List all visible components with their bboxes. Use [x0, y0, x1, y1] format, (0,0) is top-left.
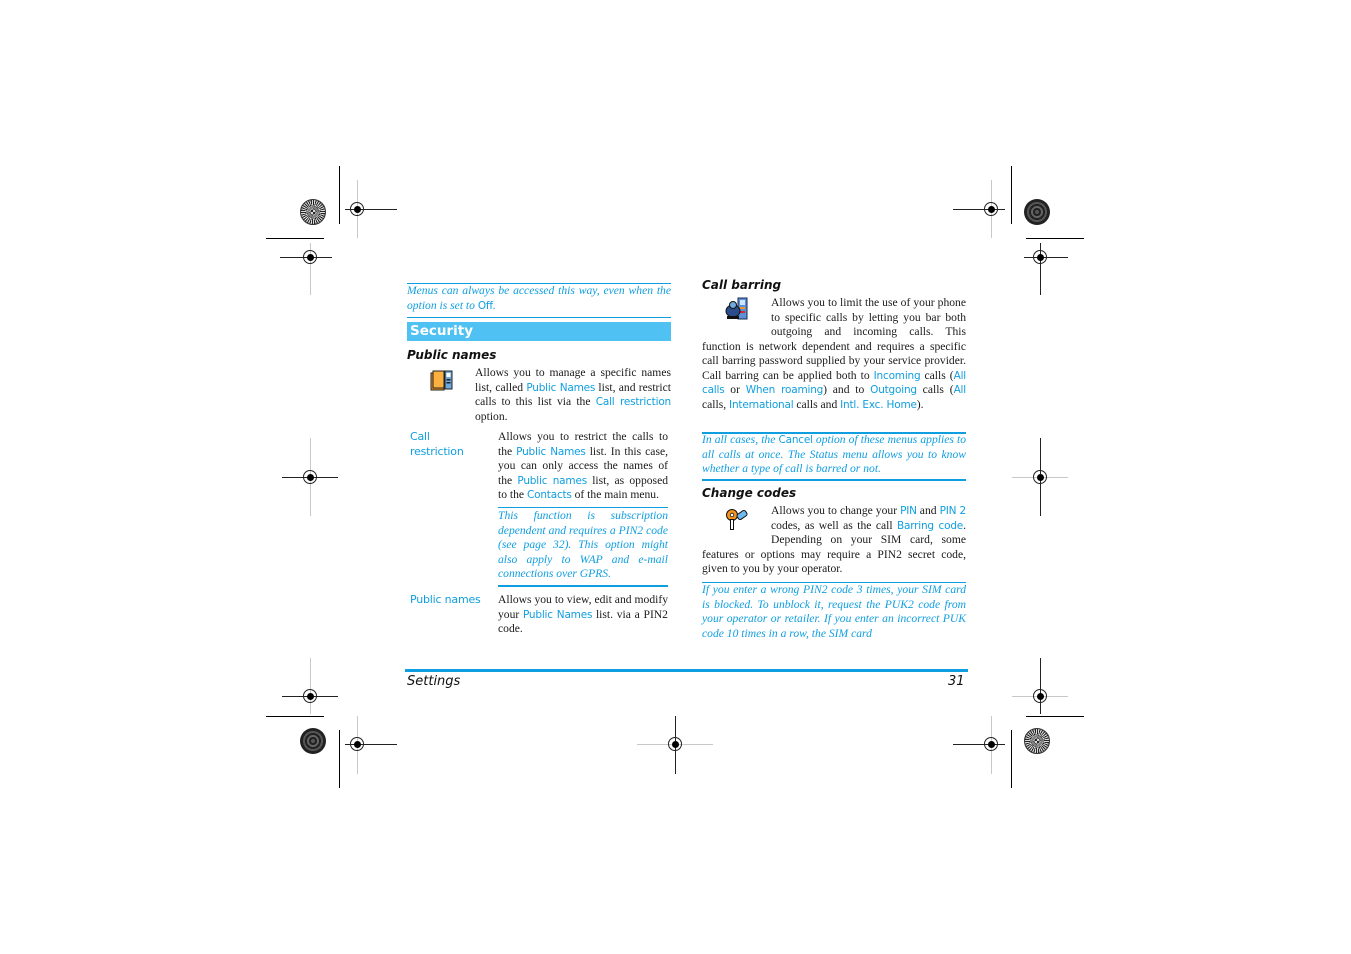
change-codes-description: Allows you to change your PIN and PIN 2 … [702, 504, 967, 575]
registration-mark-icon [1033, 689, 1047, 703]
color-bar-star-icon [300, 199, 326, 225]
registration-mark-icon [350, 737, 364, 751]
color-bar-star-icon [1024, 728, 1050, 754]
heading-change-codes: Change codes [702, 486, 797, 500]
phonebook-icon [430, 369, 454, 393]
public-names-link: Public Names [522, 608, 593, 621]
public-names-link: Public Names [516, 445, 586, 458]
public-names-link: Public Names [526, 381, 596, 394]
divider [702, 479, 966, 481]
divider [498, 585, 668, 587]
call-restriction-description: Allows you to restrict the calls to the … [498, 430, 669, 501]
public-names-label: Public names [410, 593, 481, 606]
public-names-description: Allows you to manage a specific names li… [475, 366, 671, 423]
heading-call-barring: Call barring [702, 278, 782, 292]
intl-exc-home-link: Intl. Exc. Home [840, 398, 917, 411]
public-names-link: Public names [517, 474, 587, 487]
international-link: International [729, 398, 794, 411]
pin-link: PIN [900, 505, 917, 517]
registration-mark-icon [668, 737, 682, 751]
crop-line [1011, 166, 1012, 224]
change-codes-note: If you enter a wrong PIN2 code 3 times, … [702, 583, 966, 640]
crop-line [1011, 730, 1012, 788]
public-names-item-description: Allows you to view, edit and modify your… [498, 593, 668, 635]
off-option-link: Off [477, 299, 493, 312]
registration-mark-icon [303, 689, 317, 703]
registration-mark-icon [984, 737, 998, 751]
cancel-option-link: Cancel [778, 434, 813, 446]
crop-line [339, 166, 340, 224]
registration-mark-icon [303, 470, 317, 484]
divider [498, 507, 668, 508]
barring-code-link: Barring code [896, 519, 964, 532]
crop-line [266, 716, 324, 717]
call-restriction-note: This function is subscription dependent … [498, 509, 668, 580]
section-header-security: Security [407, 322, 671, 341]
color-bar-circle-icon [1024, 199, 1050, 225]
footer-chapter: Settings [407, 674, 461, 689]
registration-mark-icon [303, 250, 317, 264]
contacts-link: Contacts [526, 489, 572, 501]
color-bar-circle-icon [300, 728, 326, 754]
call-restriction-label: Call restriction [410, 430, 464, 458]
registration-mark-icon [1033, 470, 1047, 484]
all-link: All [953, 384, 967, 396]
incoming-link: Incoming [873, 369, 921, 382]
crop-line [1026, 238, 1084, 239]
crop-line [266, 238, 324, 239]
registration-mark-icon [984, 202, 998, 216]
footer-rule [405, 669, 968, 672]
outgoing-link: Outgoing [870, 384, 917, 396]
divider [407, 317, 671, 318]
page-number: 31 [948, 674, 965, 689]
heading-public-names: Public names [407, 348, 497, 362]
registration-mark-icon [1033, 250, 1047, 264]
crop-line [1026, 716, 1084, 717]
intro-note: Menus can always be accessed this way, e… [407, 284, 671, 312]
call-barring-note: In all cases, the Cancel option of these… [702, 433, 966, 475]
pin2-link: PIN 2 [939, 505, 967, 517]
registration-mark-icon [350, 202, 364, 216]
crop-line [339, 730, 340, 788]
when-roaming-link: When roaming [745, 384, 824, 396]
call-barring-description: Allows you to limit the use of your phon… [702, 296, 967, 411]
call-restriction-link: Call restriction [595, 396, 671, 408]
